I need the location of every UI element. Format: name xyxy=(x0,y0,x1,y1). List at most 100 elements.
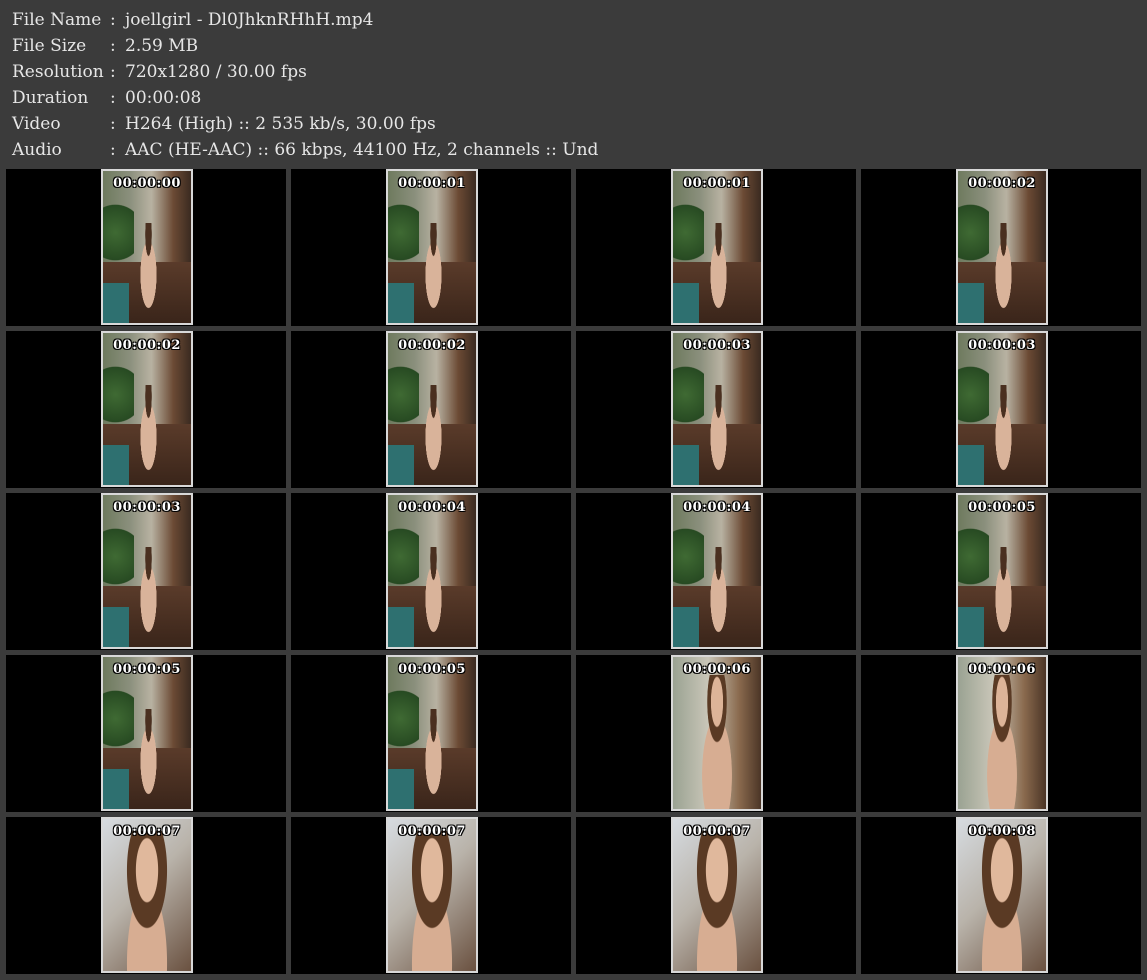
timestamp-label: 00:00:03 xyxy=(113,500,181,515)
person-figure xyxy=(421,384,447,479)
person-figure xyxy=(706,384,732,479)
thumbnail-cell[interactable]: 00:00:02 xyxy=(861,169,1141,326)
plant-foliage xyxy=(388,360,419,429)
info-label: File Name xyxy=(12,10,102,30)
person-figure xyxy=(421,222,447,317)
video-frame: 00:00:03 xyxy=(101,493,193,649)
info-row-file-name: File Name : joellgirl - Dl0JhknRHhH.mp4 xyxy=(12,7,598,33)
timestamp-label: 00:00:02 xyxy=(398,338,466,353)
video-frame: 00:00:05 xyxy=(101,655,193,811)
thumbnail-cell[interactable]: 00:00:07 xyxy=(291,817,571,974)
thumbnail-cell[interactable]: 00:00:06 xyxy=(861,655,1141,812)
video-frame: 00:00:06 xyxy=(956,655,1048,811)
info-separator: : xyxy=(110,62,116,82)
timestamp-label: 00:00:05 xyxy=(113,662,181,677)
thumbnail-cell[interactable]: 00:00:00 xyxy=(6,169,286,326)
timestamp-label: 00:00:06 xyxy=(683,662,751,677)
pool-water xyxy=(673,283,700,323)
thumbnail-cell[interactable]: 00:00:06 xyxy=(576,655,856,812)
info-row-file-size: File Size : 2.59 MB xyxy=(12,33,598,59)
video-frame: 00:00:06 xyxy=(671,655,763,811)
timestamp-label: 00:00:02 xyxy=(113,338,181,353)
thumbnail-cell[interactable]: 00:00:07 xyxy=(576,817,856,974)
pool-water xyxy=(388,607,415,647)
video-frame: 00:00:08 xyxy=(956,817,1048,973)
timestamp-label: 00:00:01 xyxy=(398,176,466,191)
plant-foliage xyxy=(103,684,134,753)
person-figure xyxy=(111,831,183,971)
person-figure xyxy=(706,546,732,641)
info-label: File Size xyxy=(12,36,87,56)
pool-water xyxy=(958,283,985,323)
person-figure xyxy=(396,831,468,971)
thumbnail-cell[interactable]: 00:00:04 xyxy=(291,493,571,650)
video-frame: 00:00:07 xyxy=(386,817,478,973)
timestamp-label: 00:00:02 xyxy=(968,176,1036,191)
person-figure xyxy=(991,222,1017,317)
person-figure xyxy=(136,546,162,641)
info-label: Audio xyxy=(12,140,62,160)
timestamp-label: 00:00:08 xyxy=(968,824,1036,839)
plant-foliage xyxy=(388,198,419,267)
thumbnail-cell[interactable]: 00:00:02 xyxy=(291,331,571,488)
thumbnail-cell[interactable]: 00:00:05 xyxy=(861,493,1141,650)
timestamp-label: 00:00:07 xyxy=(113,824,181,839)
video-frame: 00:00:07 xyxy=(671,817,763,973)
info-separator: : xyxy=(110,114,116,134)
thumbnail-cell[interactable]: 00:00:03 xyxy=(6,493,286,650)
video-frame: 00:00:02 xyxy=(386,331,478,487)
info-separator: : xyxy=(110,140,116,160)
thumbnail-cell[interactable]: 00:00:08 xyxy=(861,817,1141,974)
person-figure xyxy=(991,384,1017,479)
plant-foliage xyxy=(388,684,419,753)
thumbnail-cell[interactable]: 00:00:04 xyxy=(576,493,856,650)
plant-foliage xyxy=(673,198,704,267)
person-figure xyxy=(421,708,447,803)
plant-foliage xyxy=(103,360,134,429)
thumbnail-cell[interactable]: 00:00:05 xyxy=(291,655,571,812)
info-row-audio: Audio : AAC (HE-AAC) :: 66 kbps, 44100 H… xyxy=(12,137,598,163)
person-figure xyxy=(690,675,744,809)
thumbnail-cell[interactable]: 00:00:01 xyxy=(291,169,571,326)
person-figure xyxy=(136,384,162,479)
pool-water xyxy=(388,283,415,323)
thumbnail-cell[interactable]: 00:00:01 xyxy=(576,169,856,326)
thumbnail-cell[interactable]: 00:00:03 xyxy=(861,331,1141,488)
timestamp-label: 00:00:04 xyxy=(683,500,751,515)
person-figure xyxy=(136,708,162,803)
person-figure xyxy=(991,546,1017,641)
timestamp-label: 00:00:00 xyxy=(113,176,181,191)
info-value: H264 (High) :: 2 535 kb/s, 30.00 fps xyxy=(125,114,436,134)
plant-foliage xyxy=(103,522,134,591)
info-row-resolution: Resolution : 720x1280 / 30.00 fps xyxy=(12,59,598,85)
info-label: Duration xyxy=(12,88,89,108)
person-figure xyxy=(706,222,732,317)
plant-foliage xyxy=(388,522,419,591)
video-frame: 00:00:02 xyxy=(956,169,1048,325)
thumbnail-cell[interactable]: 00:00:03 xyxy=(576,331,856,488)
timestamp-label: 00:00:01 xyxy=(683,176,751,191)
plant-foliage xyxy=(673,522,704,591)
pool-water xyxy=(958,607,985,647)
plant-foliage xyxy=(958,360,989,429)
video-frame: 00:00:00 xyxy=(101,169,193,325)
plant-foliage xyxy=(673,360,704,429)
info-row-duration: Duration : 00:00:08 xyxy=(12,85,598,111)
timestamp-label: 00:00:05 xyxy=(398,662,466,677)
video-frame: 00:00:07 xyxy=(101,817,193,973)
video-frame: 00:00:01 xyxy=(386,169,478,325)
video-frame: 00:00:04 xyxy=(386,493,478,649)
thumbnail-cell[interactable]: 00:00:07 xyxy=(6,817,286,974)
info-value: 720x1280 / 30.00 fps xyxy=(125,62,307,82)
thumbnail-grid: 00:00:00 00:00:01 00:00:01 00:00:02 00:00:02… xyxy=(6,169,1141,976)
timestamp-label: 00:00:04 xyxy=(398,500,466,515)
thumbnail-cell[interactable]: 00:00:02 xyxy=(6,331,286,488)
pool-water xyxy=(103,283,130,323)
video-frame: 00:00:05 xyxy=(956,493,1048,649)
pool-water xyxy=(958,445,985,485)
timestamp-label: 00:00:03 xyxy=(683,338,751,353)
thumbnail-cell[interactable]: 00:00:05 xyxy=(6,655,286,812)
timestamp-label: 00:00:07 xyxy=(398,824,466,839)
info-value: AAC (HE-AAC) :: 66 kbps, 44100 Hz, 2 cha… xyxy=(125,140,599,160)
pool-water xyxy=(103,769,130,809)
